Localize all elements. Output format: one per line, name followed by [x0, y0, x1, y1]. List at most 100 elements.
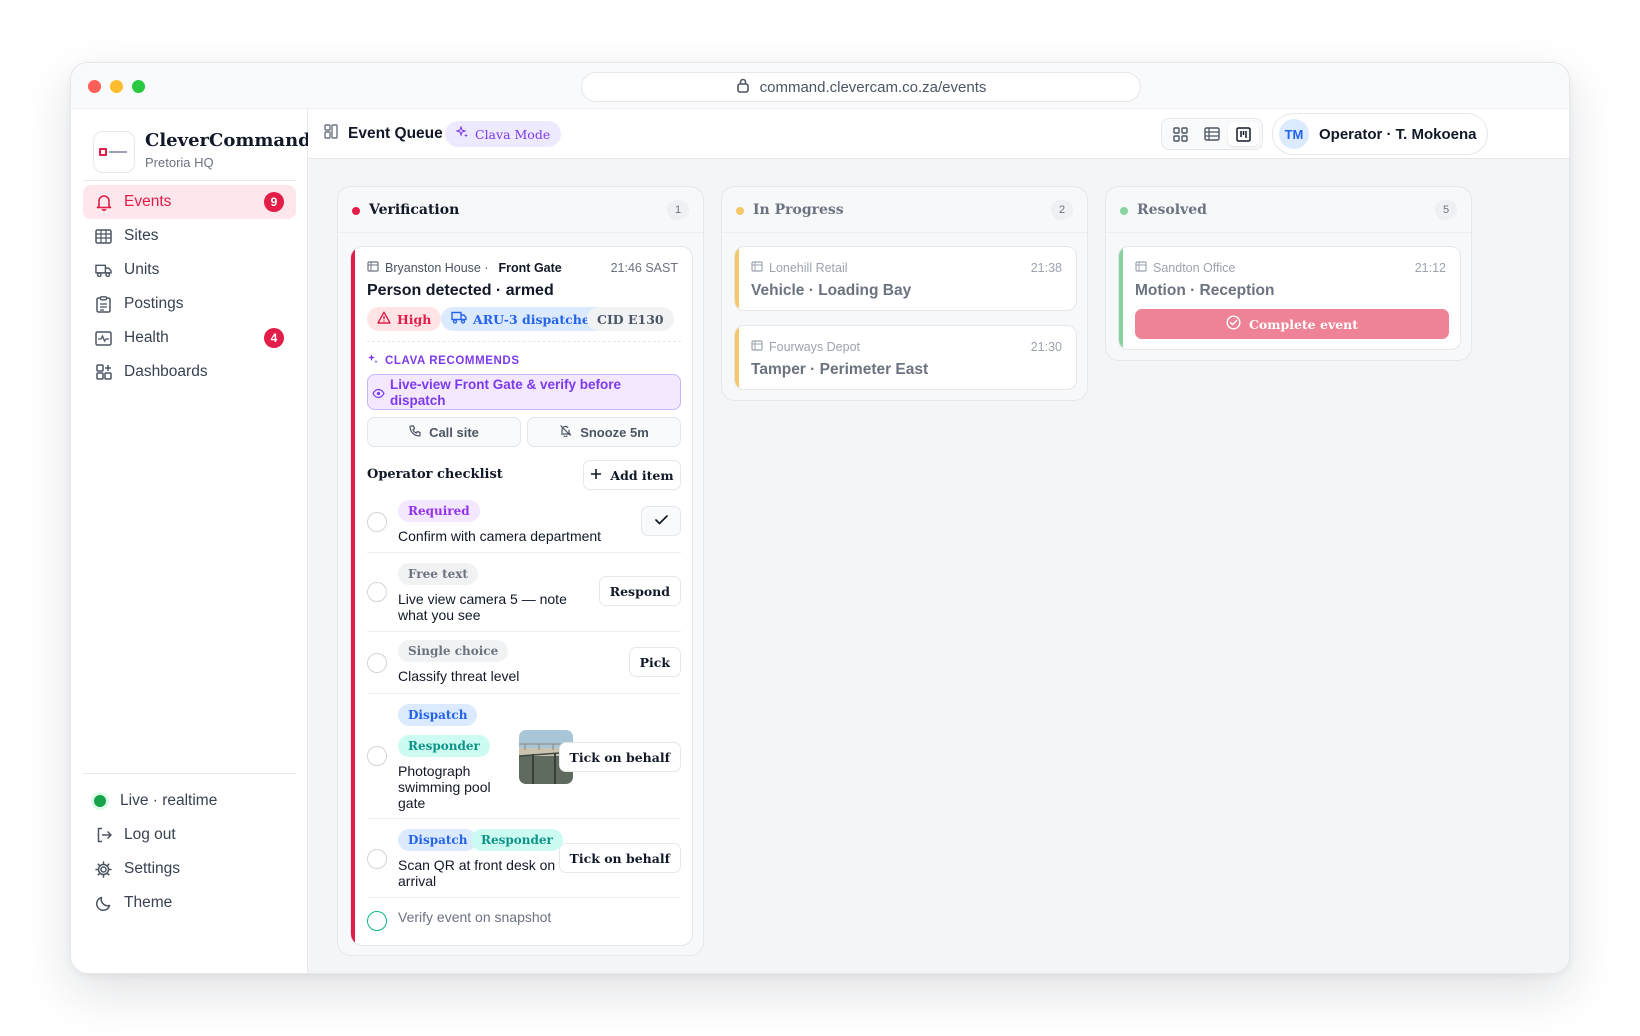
moon-icon	[95, 895, 112, 912]
checklist-item: Single choice Classify threat level Pick	[367, 632, 681, 694]
sidebar-item-label: Postings	[124, 295, 184, 312]
page-title-text: Event Queue	[348, 125, 443, 142]
event-time: 21:38	[1030, 261, 1062, 275]
clava-recommends-label: CLAVA RECOMMENDS	[367, 353, 520, 368]
building-icon	[95, 228, 112, 245]
event-card[interactable]: Lonehill Retail 21:38 Vehicle · Loading …	[734, 246, 1077, 311]
building-icon	[367, 261, 379, 275]
health-alert-badge: 4	[264, 328, 284, 348]
add-item-label: Add item	[610, 467, 674, 483]
check-circle-icon	[1226, 315, 1241, 333]
confirm-check-button[interactable]	[641, 506, 681, 536]
dispatch-badge: ARU-3 dispatched	[441, 307, 609, 331]
recommendation-button[interactable]: Live-view Front Gate & verify before dis…	[367, 374, 681, 410]
checklist-tag-dispatch: Dispatch	[398, 704, 478, 726]
checklist-checkbox[interactable]	[367, 582, 387, 602]
clava-mode-label: Clava Mode	[475, 126, 551, 142]
sidebar-footer-divider	[83, 773, 296, 774]
status-dot	[91, 793, 108, 810]
checklist-checkbox[interactable]	[367, 911, 387, 931]
clava-mode-toggle[interactable]: Clava Mode	[445, 121, 562, 147]
board-view-button[interactable]	[1227, 122, 1259, 146]
browser-titlebar: command.clevercam.co.za/events	[71, 63, 1569, 109]
sidebar-item-health[interactable]: Health 4	[83, 321, 296, 355]
checklist-item-text: Live view camera 5 — note what you see	[398, 591, 567, 623]
checklist-item-text: Confirm with camera department	[398, 528, 602, 544]
url-text: command.clevercam.co.za/events	[759, 78, 987, 96]
event-time: 21:46 SAST	[610, 261, 678, 275]
page-title: Event Queue	[324, 124, 443, 144]
sidebar-item-sites[interactable]: Sites	[83, 219, 296, 253]
call-site-button[interactable]: Call site	[367, 417, 521, 447]
priority-badge: High	[367, 307, 442, 331]
sparkle-icon	[367, 353, 379, 368]
column-resolved: Resolved 5 Sandton Office 21:12 Motion ·…	[1105, 186, 1472, 361]
operator-menu[interactable]: TM Operator · T. Mokoena	[1272, 113, 1488, 155]
dispatch-label: ARU-3 dispatched	[473, 311, 599, 327]
checklist-item: Dispatch Responder Photograph swimming p…	[367, 694, 681, 819]
grid-view-icon	[1173, 126, 1188, 142]
event-card[interactable]: Fourways Depot 21:30 Tamper · Perimeter …	[734, 325, 1077, 390]
pick-button[interactable]: Pick	[628, 647, 681, 677]
sidebar-item-dashboards[interactable]: Dashboards	[83, 355, 296, 389]
event-time: 21:30	[1030, 340, 1062, 354]
respond-button[interactable]: Respond	[598, 576, 681, 606]
checklist-checkbox[interactable]	[367, 746, 387, 766]
address-bar[interactable]: command.clevercam.co.za/events	[581, 72, 1141, 102]
column-header: Verification 1	[338, 187, 703, 233]
sidebar: CleverCommand Pretoria HQ Events 9 Sites…	[71, 109, 311, 973]
checklist-checkbox[interactable]	[367, 512, 387, 532]
grid-view-button[interactable]	[1165, 122, 1196, 146]
column-status-dot	[1120, 207, 1128, 215]
queue-icon	[324, 124, 338, 144]
event-site-name: Bryanston House ·	[385, 261, 489, 275]
list-view-icon	[1204, 127, 1220, 141]
event-title: Motion · Reception	[1135, 282, 1275, 299]
column-status-dot	[736, 207, 744, 215]
maximize-window-button[interactable]	[132, 80, 145, 93]
event-card[interactable]: Sandton Office 21:12 Motion · Reception …	[1118, 246, 1461, 350]
sidebar-item-events[interactable]: Events 9	[83, 185, 296, 219]
tick-on-behalf-button[interactable]: Tick on behalf	[558, 742, 681, 772]
event-site: Bryanston House · Front Gate	[367, 261, 562, 275]
sidebar-item-postings[interactable]: Postings	[83, 287, 296, 321]
event-card[interactable]: Bryanston House · Front Gate 21:46 SAST …	[350, 246, 693, 946]
status-accent	[1119, 247, 1123, 349]
building-icon	[751, 261, 763, 275]
status-accent	[735, 247, 739, 310]
tick-on-behalf-button[interactable]: Tick on behalf	[558, 843, 681, 873]
sidebar-item-label: Dashboards	[124, 363, 208, 380]
sidebar-item-label: Units	[124, 261, 160, 278]
brand[interactable]: CleverCommand Pretoria HQ	[93, 128, 311, 176]
bell-off-icon	[559, 424, 572, 440]
complete-event-button[interactable]: Complete event	[1135, 309, 1449, 339]
cid-badge: CID E130	[587, 307, 674, 331]
events-count-badge: 9	[264, 192, 284, 212]
checklist-tag-responder: Responder	[471, 829, 563, 851]
clevercam-logo	[93, 131, 135, 173]
sidebar-item-label: Sites	[124, 227, 159, 244]
logout-label: Log out	[124, 826, 176, 843]
clipboard-icon	[95, 295, 112, 313]
event-title: Tamper · Perimeter East	[751, 361, 929, 378]
logout-button[interactable]: Log out	[83, 818, 296, 852]
add-item-button[interactable]: Add item	[583, 460, 681, 490]
checklist-checkbox[interactable]	[367, 849, 387, 869]
list-view-button[interactable]	[1196, 122, 1227, 146]
minimize-window-button[interactable]	[110, 80, 123, 93]
event-title: Vehicle · Loading Bay	[751, 282, 912, 299]
event-site: Fourways Depot	[751, 340, 860, 354]
event-site-name: Sandton Office	[1153, 261, 1236, 275]
snooze-button[interactable]: Snooze 5m	[527, 417, 681, 447]
column-header: Resolved 5	[1106, 187, 1471, 233]
checklist-checkbox[interactable]	[367, 653, 387, 673]
checklist-item-text: Classify threat level	[398, 668, 520, 684]
card-divider	[367, 341, 681, 342]
sidebar-item-units[interactable]: Units	[83, 253, 296, 287]
logout-icon	[95, 827, 112, 844]
theme-button[interactable]: Theme	[83, 886, 296, 920]
event-site-name: Fourways Depot	[769, 340, 861, 354]
priority-accent	[351, 247, 355, 945]
close-window-button[interactable]	[88, 80, 101, 93]
settings-button[interactable]: Settings	[83, 852, 296, 886]
